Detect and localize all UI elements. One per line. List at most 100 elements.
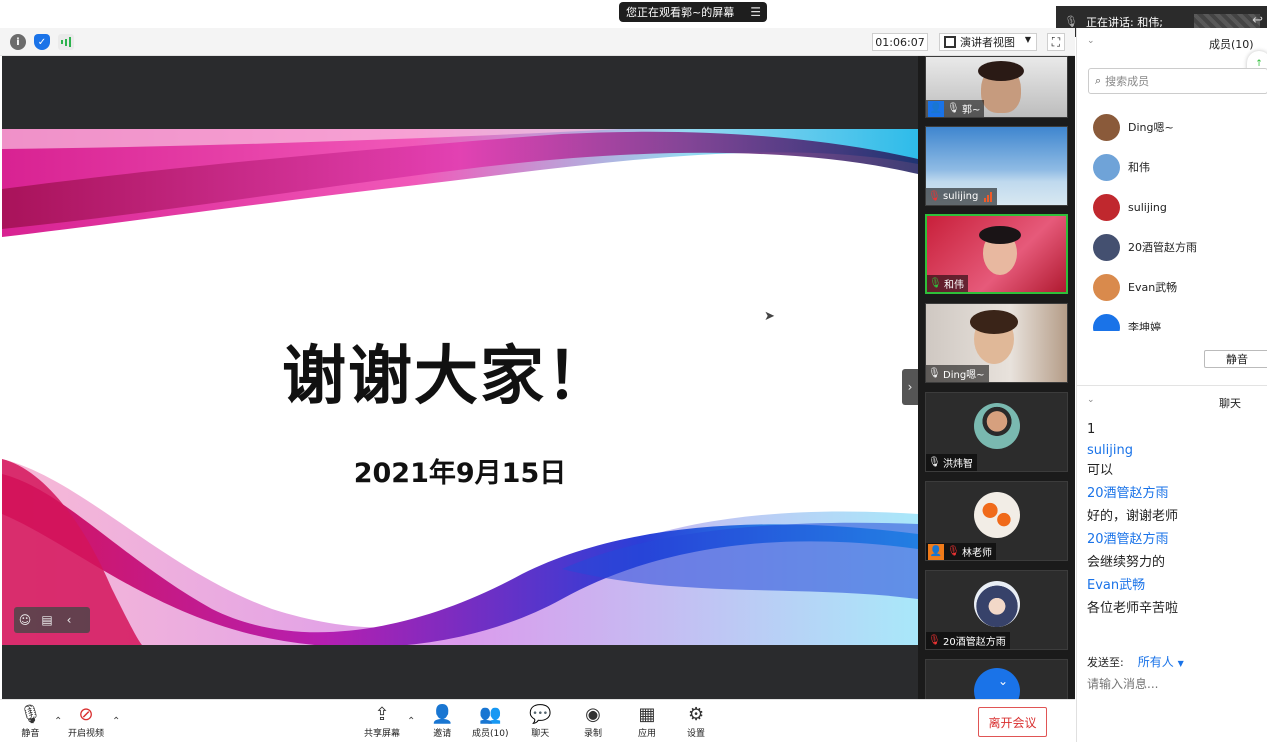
members-title: 成员(10) — [1209, 38, 1254, 51]
back-arrow-icon[interactable]: ↩ — [1252, 13, 1263, 28]
member-item[interactable]: 和伟 — [1093, 152, 1150, 182]
video-name: Ding嗯~ — [943, 370, 985, 381]
member-avatar — [1093, 193, 1120, 221]
search-placeholder: 搜索成员 — [1105, 75, 1150, 88]
video-nameplate: 🎙 洪炜智 — [926, 454, 977, 471]
member-item[interactable]: Evan武畅 — [1093, 272, 1177, 302]
mute-all-button[interactable]: 静音 — [1204, 350, 1267, 368]
shared-screen: 谢谢大家！ 2021年9月15日 ➤ ☺ ▤ ‹ — [2, 56, 918, 699]
chevron-left-icon[interactable]: ‹ — [58, 613, 80, 627]
video-tile[interactable]: 🎙 Ding嗯~ — [925, 303, 1068, 383]
video-nameplate: 👤 🎙 林老师 — [926, 543, 996, 560]
host-user-icon: 👤 — [928, 100, 944, 117]
member-item[interactable]: sulijing — [1093, 192, 1167, 222]
member-avatar — [1093, 153, 1120, 181]
divider — [1077, 385, 1267, 386]
chevron-down-icon[interactable]: ⌄ — [998, 674, 1008, 688]
gear-icon: ⚙ — [687, 704, 705, 725]
microphone-icon: 🎙 — [928, 368, 941, 379]
share-screen-button[interactable]: ⇪ 共享屏幕 — [364, 704, 400, 739]
smiley-icon[interactable]: ☺ — [14, 613, 36, 627]
menu-lines-icon[interactable]: ☰ — [750, 5, 761, 19]
signal-icon[interactable] — [58, 34, 74, 50]
view-mode-select[interactable]: 演讲者视图 ▼ — [939, 33, 1037, 51]
video-tile[interactable]: 🎙 sulijing — [925, 126, 1068, 206]
member-list[interactable]: Ding嗯~ 和伟 sulijing 20酒管赵方雨 Evan武畅 李坤婷 — [1077, 96, 1267, 331]
members-header[interactable]: ⌄ 成员(10) — [1077, 34, 1267, 52]
member-name: 李坤婷 — [1128, 321, 1161, 331]
video-off-icon: ⊘ — [78, 704, 94, 725]
slide-title: 谢谢大家！ — [282, 339, 612, 414]
member-name: 和伟 — [1128, 161, 1150, 174]
record-icon: ◉ — [585, 704, 601, 725]
microphone-icon: 🎙 — [1064, 15, 1078, 28]
video-tile[interactable]: 👤 🎙 林老师 — [925, 481, 1068, 561]
members-icon: 👥 — [479, 704, 502, 725]
apps-grid-icon: ▦ — [638, 704, 656, 725]
video-nameplate: 🎙 Ding嗯~ — [926, 365, 989, 382]
video-tile[interactable]: 🎙 和伟 — [925, 214, 1068, 294]
member-item[interactable]: 李坤婷 — [1093, 312, 1161, 331]
settings-button[interactable]: ⚙ 设置 — [687, 704, 705, 739]
signal-icon — [984, 191, 993, 202]
shield-icon[interactable]: ✓ — [34, 34, 50, 50]
member-avatar — [1093, 233, 1120, 261]
member-avatar — [1093, 113, 1120, 141]
participant-avatar — [974, 581, 1020, 627]
chat-bubble-icon[interactable]: ▤ — [36, 613, 58, 627]
chat-title: 聊天 — [1219, 397, 1241, 410]
viewing-indicator[interactable]: 您正在观看郭~的屏幕 ☰ — [619, 2, 767, 22]
search-icon: ⌕ — [1095, 74, 1102, 87]
host-user-icon: 👤 — [928, 543, 944, 560]
chat-sender[interactable]: 20酒管赵方雨 — [1087, 532, 1169, 548]
chevron-down-icon[interactable]: ⌄ — [1087, 395, 1095, 405]
record-button[interactable]: ◉ 录制 — [584, 704, 602, 739]
video-label: 开启视频 — [68, 729, 105, 739]
status-bar: i ✓ 01:06:07 演讲者视图 ▼ ⛶ — [0, 28, 1075, 56]
members-button[interactable]: 👥 成员(10) — [472, 704, 508, 739]
member-search-input[interactable]: ⌕ 搜索成员 — [1088, 68, 1267, 94]
info-icon[interactable]: i — [10, 34, 26, 50]
video-tile[interactable]: 👤 🎙 郭~ — [925, 56, 1068, 118]
invite-label: 邀请 — [433, 729, 452, 739]
leave-meeting-button[interactable]: 离开会议 — [978, 707, 1047, 737]
member-name: sulijing — [1128, 200, 1167, 214]
side-panel: ⌄ 成员(10) ↑ ↓ ⌕ 搜索成员 Ding嗯~ 和伟 sulijing — [1076, 28, 1267, 742]
muted-microphone-icon: 🎙 — [947, 546, 960, 557]
chat-icon: 💬 — [529, 704, 552, 725]
meeting-timer: 01:06:07 — [872, 33, 928, 51]
member-item[interactable]: Ding嗯~ — [1093, 112, 1174, 142]
caret-up-icon[interactable]: ⌃ — [112, 716, 120, 727]
mute-button[interactable]: 🎙 静音 — [19, 704, 42, 739]
chat-sender[interactable]: Evan武畅 — [1087, 578, 1145, 594]
chat-header[interactable]: ⌄ 聊天 — [1077, 392, 1267, 412]
video-tile[interactable]: ⌄ — [925, 659, 1068, 699]
video-nameplate: 🎙 和伟 — [927, 275, 968, 292]
video-name: 洪炜智 — [943, 459, 973, 470]
chat-input[interactable] — [1087, 675, 1262, 693]
video-tile[interactable]: 🎙 洪炜智 — [925, 392, 1068, 472]
slide-date: 2021年9月15日 — [353, 458, 567, 489]
apps-button[interactable]: ▦ 应用 — [638, 704, 656, 739]
mouse-pointer-icon: ➤ — [764, 309, 775, 324]
chevron-down-icon[interactable]: ⌄ — [1087, 36, 1095, 46]
video-gallery[interactable]: 👤 🎙 郭~ 🎙 sulijing 🎙 和伟 🎙 Ding嗯~ 🎙 洪炜智 👤 … — [918, 56, 1075, 699]
caret-up-icon[interactable]: ⌃ — [54, 716, 62, 727]
blurred-avatars — [1194, 14, 1260, 28]
mute-label: 静音 — [21, 729, 40, 739]
collapse-video-panel-button[interactable]: › — [902, 369, 918, 405]
chat-sender[interactable]: sulijing — [1087, 443, 1133, 459]
invite-button[interactable]: 👤 邀请 — [431, 704, 453, 739]
video-tile[interactable]: 🎙 20酒管赵方雨 — [925, 570, 1068, 650]
chat-sender[interactable]: 20酒管赵方雨 — [1087, 486, 1169, 502]
member-item[interactable]: 20酒管赵方雨 — [1093, 232, 1197, 262]
chat-message: 好的，谢谢老师 — [1087, 509, 1179, 524]
microphone-icon: 🎙 — [928, 457, 941, 468]
chat-button[interactable]: 💬 聊天 — [529, 704, 551, 739]
fullscreen-icon[interactable]: ⛶ — [1047, 33, 1065, 51]
reaction-bar: ☺ ▤ ‹ — [14, 607, 90, 633]
start-video-button[interactable]: ⊘ 开启视频 — [68, 704, 104, 739]
add-user-icon: 👤 — [431, 704, 454, 725]
caret-up-icon[interactable]: ⌃ — [407, 716, 415, 727]
send-to-select[interactable]: 所有人 ▼ — [1138, 653, 1184, 670]
